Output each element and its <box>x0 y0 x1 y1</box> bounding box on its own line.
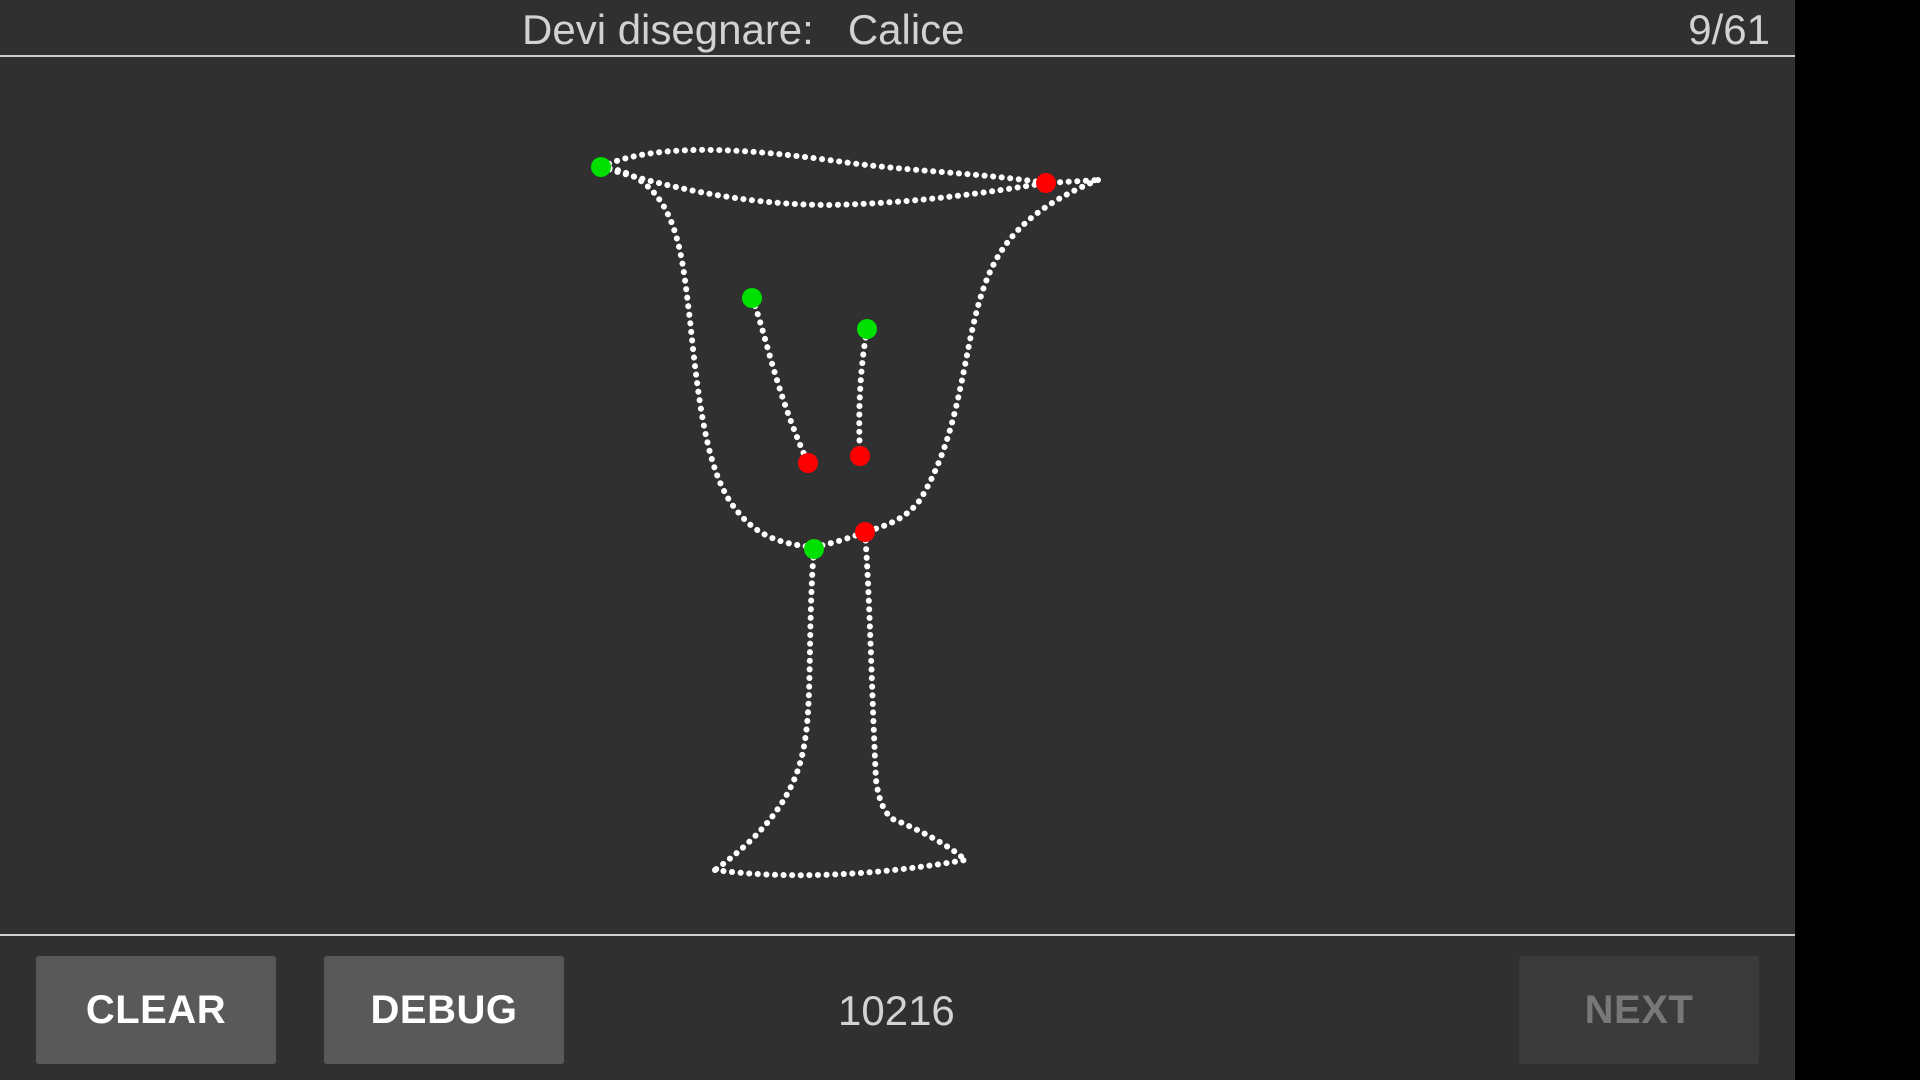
base-stroke <box>712 857 968 879</box>
progress-counter: 9/61 <box>1688 6 1770 53</box>
stroke-end-point <box>855 522 875 542</box>
drawing-canvas[interactable] <box>0 57 1795 935</box>
next-button[interactable]: NEXT <box>1519 956 1759 1064</box>
bowl-right-stroke <box>862 177 1101 535</box>
drawing-prompt: Devi disegnare: Calice <box>522 4 965 56</box>
drawing-svg <box>591 146 1101 879</box>
stem-left-stroke <box>712 546 817 873</box>
app-window: Devi disegnare: Calice 9/61 CLEAR DEBUG … <box>0 0 1795 1080</box>
debug-button[interactable]: DEBUG <box>324 956 564 1064</box>
stroke-start-point <box>857 319 877 339</box>
rim-top-stroke <box>598 146 1049 186</box>
bowl-left-stroke <box>598 164 817 550</box>
footer-bar: CLEAR DEBUG 10216 NEXT <box>0 934 1795 1080</box>
screen-edge <box>1795 0 1920 1080</box>
stroke-start-point <box>742 288 762 308</box>
prompt-label: Devi disegnare: <box>522 6 814 53</box>
score-value: 10216 <box>838 987 955 1034</box>
header-bar: Devi disegnare: Calice 9/61 <box>0 0 1795 57</box>
inner-line-right-stroke <box>856 326 870 459</box>
clear-button[interactable]: CLEAR <box>36 956 276 1064</box>
target-word: Calice <box>847 6 965 53</box>
rim-bottom-stroke <box>598 164 1101 208</box>
stem-right-stroke <box>862 529 968 863</box>
stroke-end-point <box>850 446 870 466</box>
inner-line-left-stroke <box>749 295 811 466</box>
stroke-start-point <box>591 157 611 177</box>
stroke-end-point <box>1036 173 1056 193</box>
stroke-start-point <box>804 539 824 559</box>
stroke-end-point <box>798 453 818 473</box>
